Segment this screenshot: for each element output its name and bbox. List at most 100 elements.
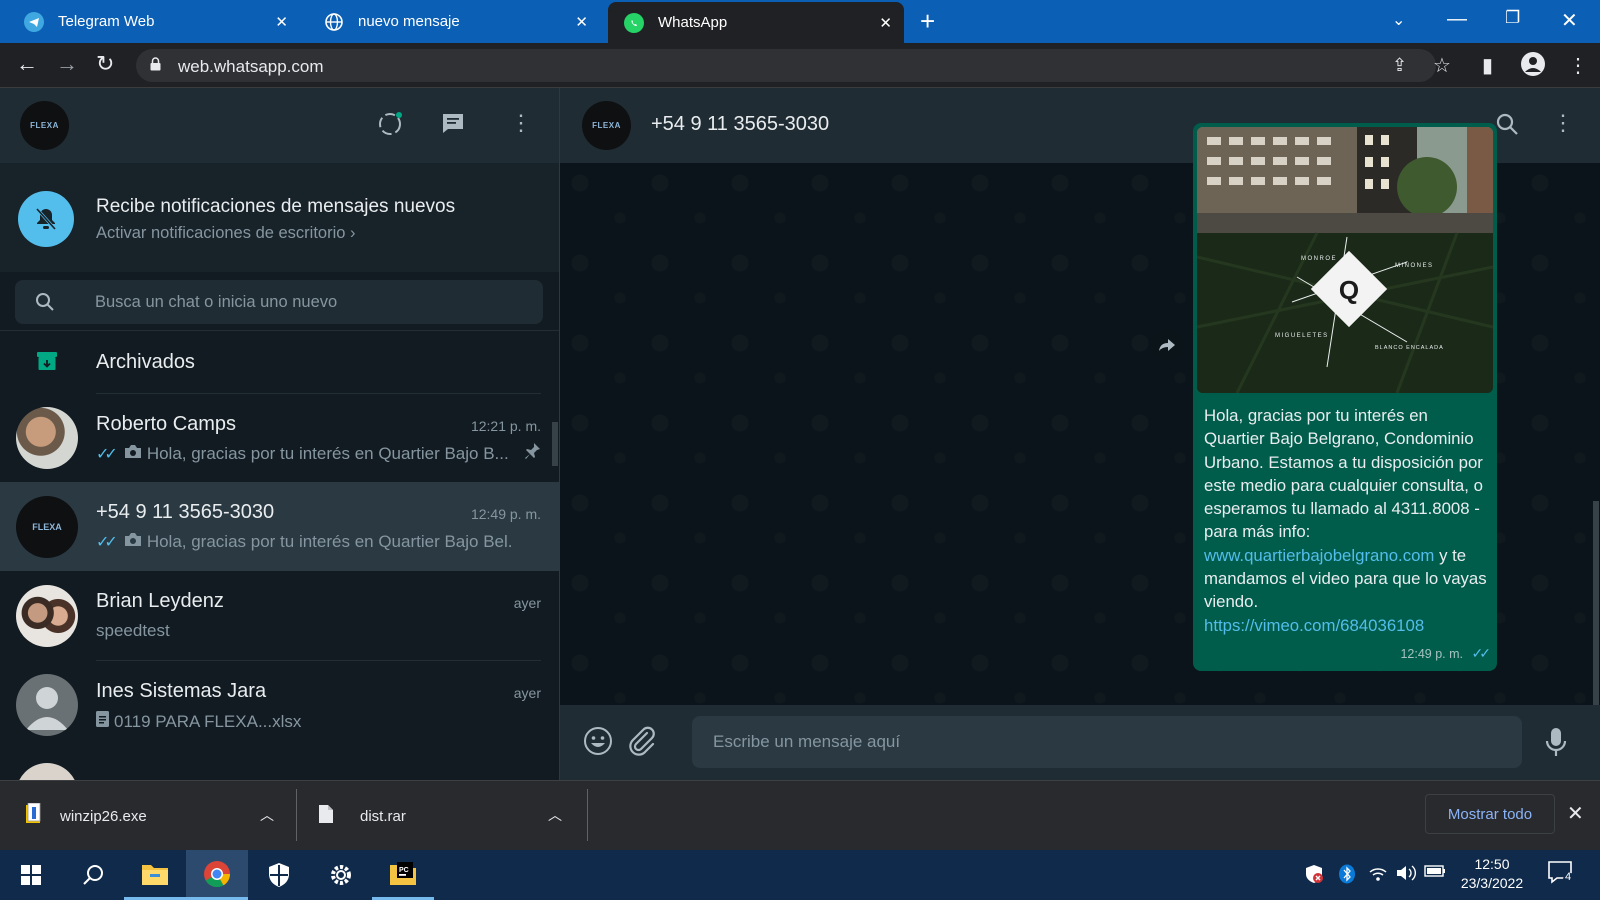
chat-item-roberto-camps[interactable]: Roberto Camps 12:21 p. m. ✓✓ Hola, graci… [0, 393, 559, 482]
left-header: FLEXA ⋮ [0, 88, 559, 163]
lock-icon [150, 57, 161, 71]
tab-title: nuevo mensaje [358, 13, 460, 30]
avatar: FLEXA [16, 496, 78, 558]
menu-icon[interactable]: ⋮ [1552, 110, 1574, 136]
new-chat-icon[interactable] [440, 110, 466, 141]
chat-name: Ines Sistemas Jara [96, 680, 267, 702]
status-icon[interactable] [377, 110, 403, 141]
bell-off-icon [18, 191, 74, 247]
reload-button[interactable]: ↻ [96, 51, 114, 77]
search-icon[interactable] [1495, 112, 1519, 141]
close-icon[interactable]: ✕ [275, 13, 288, 31]
back-button[interactable]: ← [16, 51, 38, 77]
chevron-up-icon[interactable]: ︿ [548, 805, 562, 825]
chrome-icon[interactable] [186, 850, 248, 900]
message-link-vimeo[interactable]: https://vimeo.com/684036108 [1204, 616, 1424, 635]
settings-gear-icon[interactable] [310, 850, 372, 900]
message-input-box[interactable] [692, 716, 1522, 768]
chat-preview: Hola, gracias por tu interés en Quartier… [146, 444, 509, 463]
document-icon [96, 711, 109, 732]
chat-item-selected[interactable]: FLEXA +54 9 11 3565-3030 12:49 p. m. ✓✓ … [0, 482, 559, 571]
avatar[interactable]: FLEXA [582, 101, 631, 150]
microphone-icon[interactable] [1545, 727, 1567, 762]
address-bar[interactable]: web.whatsapp.com ⇪ [136, 49, 1436, 82]
double-check-icon: ✓✓ [1471, 645, 1492, 661]
profile-icon[interactable] [1520, 51, 1546, 83]
double-check-icon: ✓✓ [96, 446, 118, 463]
search-bar [0, 272, 559, 331]
share-icon[interactable]: ⇪ [1392, 55, 1407, 76]
system-clock[interactable]: 12:50 23/3/2022 [1452, 855, 1532, 893]
close-icon[interactable]: ✕ [879, 14, 892, 32]
search-box[interactable] [15, 280, 543, 324]
notification-count-badge: 4 [1565, 871, 1572, 883]
browser-menu-icon[interactable]: ⋮ [1568, 53, 1588, 78]
search-icon[interactable] [62, 850, 124, 900]
bookmark-star-icon[interactable]: ☆ [1433, 53, 1451, 78]
archived-row[interactable]: Archivados [0, 331, 559, 393]
browser-toolbar: ← → ↻ web.whatsapp.com ⇪ ☆ ▮ ⋮ [0, 43, 1600, 88]
chat-item-ines-sistemas-jara[interactable]: Ines Sistemas Jara ayer 0119 PARA FLEXA.… [0, 660, 559, 749]
attach-icon[interactable] [627, 725, 657, 762]
emoji-icon[interactable] [582, 725, 614, 762]
close-icon[interactable]: ✕ [1567, 801, 1584, 826]
file-explorer-icon[interactable] [124, 850, 186, 900]
close-icon[interactable]: ✕ [575, 13, 588, 31]
volume-icon[interactable] [1395, 864, 1417, 886]
clock-time: 12:50 [1474, 856, 1510, 872]
message-composer [560, 705, 1600, 780]
tab-nuevo-mensaje[interactable]: nuevo mensaje ✕ [308, 0, 600, 43]
chevron-up-icon[interactable]: ︿ [260, 805, 274, 825]
message-link-website[interactable]: www.quartierbajobelgrano.com [1204, 546, 1434, 565]
windows-start-icon[interactable] [0, 850, 62, 900]
wifi-icon[interactable] [1368, 864, 1388, 886]
message-input[interactable] [692, 716, 1522, 768]
security-warning-icon[interactable] [1304, 864, 1324, 888]
download-item-dist[interactable]: dist.rar [318, 781, 406, 851]
chat-item-brian-leydenz[interactable]: Brian Leydenz ayer speedtest [0, 571, 559, 660]
taskbar: PC 12:50 23/3/2022 4 [0, 850, 1600, 900]
show-all-downloads-button[interactable]: Mostrar todo [1425, 794, 1555, 834]
tab-whatsapp[interactable]: WhatsApp ✕ [608, 2, 904, 43]
avatar[interactable]: FLEXA [20, 101, 69, 150]
tab-search-chevron-icon[interactable]: ⌄ [1392, 10, 1405, 30]
download-item-winzip[interactable]: winzip26.exe [24, 781, 147, 851]
chat-wallpaper: Q MONROE MIÑONES MIGUELETES BLANCO ENCAL… [560, 123, 1600, 780]
pycharm-folder-icon[interactable]: PC [372, 850, 434, 900]
notification-title: Recibe notificaciones de mensajes nuevos [96, 196, 456, 217]
notification-link[interactable]: Activar notificaciones de escritorio › [96, 224, 356, 243]
notifications-icon[interactable]: 4 [1547, 860, 1577, 892]
message-image[interactable]: Q MONROE MIÑONES MIGUELETES BLANCO ENCAL… [1197, 127, 1493, 393]
close-window-button[interactable]: ✕ [1561, 8, 1578, 33]
chat-name: +54 9 11 3565-3030 [96, 501, 275, 523]
chat-list-scrollbar[interactable] [552, 422, 558, 466]
divider [296, 789, 297, 841]
image-label-blanco-encalada: BLANCO ENCALADA [1375, 345, 1444, 351]
minimize-button[interactable]: — [1447, 8, 1467, 31]
forward-button[interactable]: → [56, 51, 78, 77]
download-filename: dist.rar [360, 807, 406, 825]
browser-tab-strip: Telegram Web ✕ nuevo mensaje ✕ WhatsApp … [0, 0, 1600, 43]
tab-title: WhatsApp [658, 14, 728, 31]
avatar [16, 585, 78, 647]
camera-icon [124, 444, 142, 464]
menu-icon[interactable]: ⋮ [510, 110, 532, 136]
logo-text: FLEXA [592, 121, 621, 130]
forward-icon[interactable] [1151, 329, 1183, 361]
new-tab-button[interactable]: + [920, 8, 935, 34]
avatar [16, 763, 78, 780]
message-bubble-outgoing[interactable]: Q MONROE MIÑONES MIGUELETES BLANCO ENCAL… [1193, 123, 1497, 671]
side-panel-icon[interactable]: ▮ [1482, 53, 1493, 78]
battery-icon[interactable] [1424, 864, 1446, 882]
winzip-file-icon [24, 802, 44, 829]
chat-item-partial[interactable] [0, 749, 559, 780]
file-icon [318, 804, 334, 828]
restore-button[interactable]: ❐ [1505, 8, 1520, 28]
search-input[interactable] [95, 280, 525, 324]
avatar [16, 674, 78, 736]
bluetooth-icon[interactable] [1338, 864, 1356, 888]
tab-telegram[interactable]: Telegram Web ✕ [8, 0, 300, 43]
windows-security-icon[interactable] [248, 850, 310, 900]
double-check-icon: ✓✓ [96, 534, 118, 551]
notification-banner[interactable]: Recibe notificaciones de mensajes nuevos… [0, 163, 559, 272]
